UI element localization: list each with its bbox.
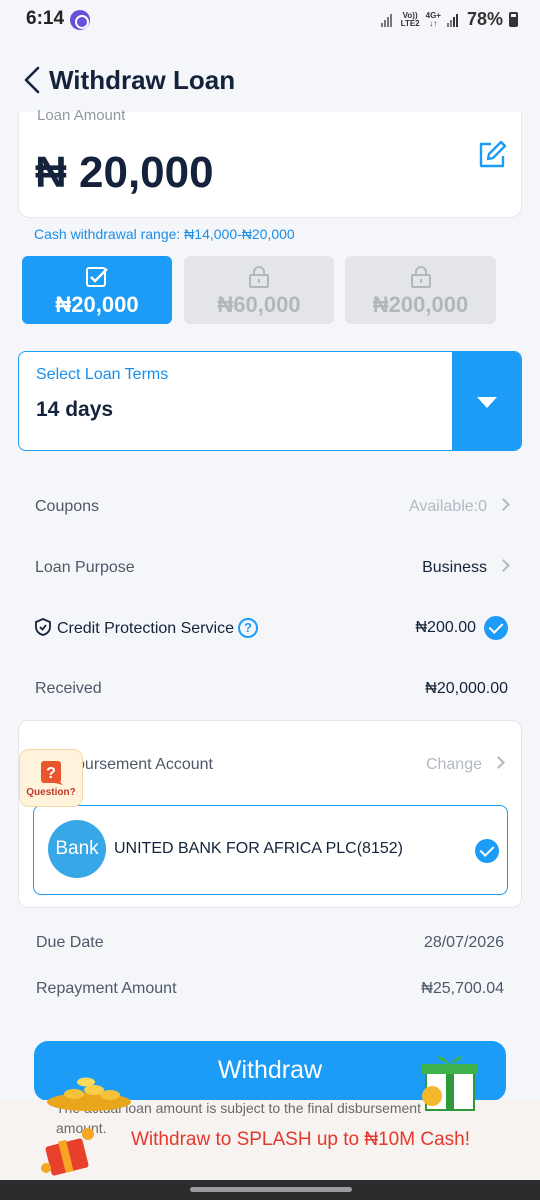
loan-purpose-value-wrap: Business <box>422 559 510 577</box>
credit-protection-value: ₦200.00 <box>415 619 477 637</box>
loan-terms-value: 14 days <box>36 398 114 421</box>
lock-icon <box>410 266 431 288</box>
repayment-value: ₦25,700.04 <box>421 980 504 997</box>
due-date-label: Due Date <box>36 934 104 951</box>
status-icons: Vo)) LTE2 4G+ ↓↑ 78% <box>380 9 518 30</box>
chevron-right-icon <box>492 756 505 770</box>
credit-protection-value-wrap: ₦200.00 <box>415 616 508 640</box>
amount-option-60000[interactable]: ₦60,000 <box>184 256 334 324</box>
battery-percent: 78% <box>466 9 503 29</box>
repayment-label: Repayment Amount <box>36 980 177 997</box>
loan-purpose-label: Loan Purpose <box>35 559 135 576</box>
red-gift-icon <box>41 1128 94 1176</box>
chevron-right-icon <box>497 498 510 512</box>
credit-protection-label: Credit Protection Service <box>57 620 234 638</box>
credit-protection-row: Credit Protection Service? ₦200.00 <box>35 615 508 643</box>
credit-protection-label-wrap: Credit Protection Service? <box>35 618 258 639</box>
bank-account-option[interactable]: Bank UNITED BANK FOR AFRICA PLC(8152) <box>33 805 508 895</box>
page-title: Withdraw Loan <box>49 65 236 95</box>
question-doc-icon: ? <box>41 761 63 785</box>
loan-terms-label: Select Loan Terms <box>36 366 169 383</box>
coupons-value-wrap: Available:0 <box>409 498 510 516</box>
loan-amount-value: ₦ 20,000 <box>35 148 214 197</box>
coupons-label: Coupons <box>35 498 100 515</box>
app-notification-icon <box>70 10 90 30</box>
question-help-button[interactable]: ? Question? <box>19 749 83 807</box>
network-4g-text: 4G+ <box>425 10 441 20</box>
svg-text:?: ? <box>46 765 56 782</box>
help-icon[interactable]: ? <box>237 618 258 638</box>
checkbox-checked-icon <box>86 267 108 287</box>
network-4g-indicator: 4G+ ↓↑ <box>425 10 441 28</box>
home-gesture-handle[interactable] <box>190 1187 352 1192</box>
chevron-right-icon <box>497 559 510 573</box>
amount-option-label: ₦20,000 <box>55 292 139 317</box>
change-account-link[interactable]: Change <box>425 756 505 774</box>
promo-text: Withdraw to SPLASH up to ₦10M Cash! <box>131 1129 470 1150</box>
received-row: Received ₦20,000.00 <box>35 676 508 704</box>
status-time: 6:14 <box>26 8 65 29</box>
question-label: Question? <box>26 787 76 798</box>
signal-icon <box>380 13 395 27</box>
signal-icon-2 <box>446 13 461 27</box>
gift-box-icon <box>422 1056 478 1111</box>
edit-icon[interactable] <box>477 140 507 170</box>
system-nav-bar <box>0 1180 540 1200</box>
amount-option-20000[interactable]: ₦20,000 <box>22 256 172 324</box>
disbursement-card: Disbursement Account Change Bank UNITED … <box>18 720 522 908</box>
volte-indicator: Vo)) LTE2 <box>400 11 420 28</box>
amount-option-label: ₦200,000 <box>372 292 469 317</box>
amount-option-label: ₦60,000 <box>217 292 301 317</box>
back-arrow-icon[interactable] <box>20 65 50 95</box>
received-label: Received <box>35 680 102 697</box>
due-date-value: 28/07/2026 <box>423 934 504 951</box>
change-label: Change <box>425 756 482 773</box>
loan-amount-card: Loan Amount ₦ 20,000 <box>18 110 522 218</box>
amount-option-200000[interactable]: ₦200,000 <box>345 256 496 324</box>
bank-selected-icon <box>475 839 499 863</box>
lock-icon <box>249 266 269 288</box>
coupons-value: Available:0 <box>409 498 487 515</box>
bank-logo: Bank <box>48 820 106 878</box>
promo-banner[interactable]: The actual loan amount is subject to the… <box>0 1056 540 1180</box>
received-value: ₦20,000.00 <box>425 680 508 697</box>
disbursement-title: Disbursement Account <box>71 756 213 773</box>
caret-down-icon <box>477 397 497 408</box>
header: Withdraw Loan <box>0 55 540 105</box>
repayment-row: Repayment Amount ₦25,700.04 <box>36 976 504 1004</box>
shield-check-icon <box>35 618 51 636</box>
battery-icon <box>509 12 518 27</box>
loan-purpose-value: Business <box>422 559 487 576</box>
protection-checked-icon[interactable] <box>484 616 508 640</box>
loan-purpose-row[interactable]: Loan Purpose Business <box>35 555 510 583</box>
loan-amount-label: Loan Amount <box>37 110 126 122</box>
withdrawal-range-text: Cash withdrawal range: ₦14,000-₦20,000 <box>34 226 295 242</box>
status-bar: 6:14 Vo)) LTE2 4G+ ↓↑ 78% <box>0 0 540 40</box>
coupons-row[interactable]: Coupons Available:0 <box>35 494 510 522</box>
due-date-row: Due Date 28/07/2026 <box>36 930 504 958</box>
volte-bottom-text: LTE2 <box>400 18 420 28</box>
loan-terms-select[interactable]: Select Loan Terms 14 days <box>18 351 522 451</box>
gold-coins-icon <box>47 1077 131 1111</box>
terms-dropdown-button[interactable] <box>452 352 521 450</box>
bank-name: UNITED BANK FOR AFRICA PLC(8152) <box>114 840 403 857</box>
